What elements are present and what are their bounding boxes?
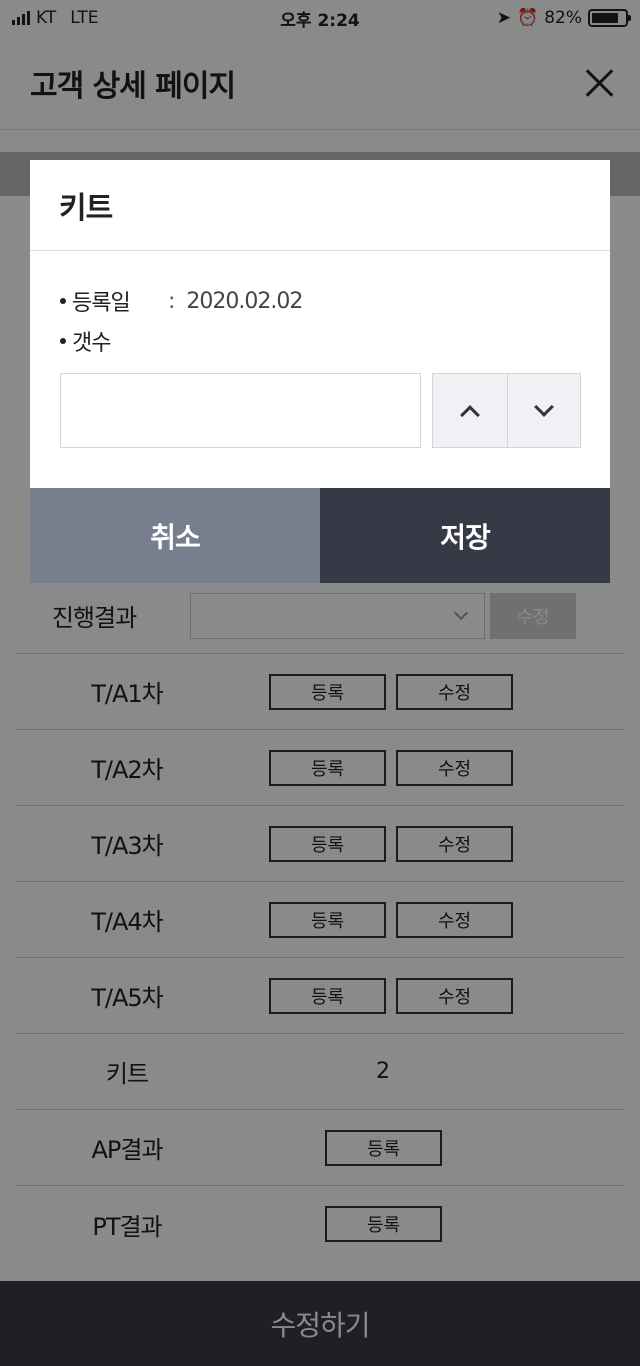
bullet-icon: [60, 298, 66, 304]
kit-modal: 키트 등록일 : 2020.02.02 갯수 취소 저장: [30, 160, 610, 583]
save-button[interactable]: 저장: [320, 488, 610, 583]
decrement-button[interactable]: [506, 374, 581, 447]
reg-date-value: 2020.02.02: [186, 288, 303, 314]
reg-date-label: 등록일: [72, 291, 131, 316]
quantity-stepper: [432, 373, 581, 448]
modal-actions: 취소 저장: [30, 488, 610, 583]
bullet-icon: [60, 338, 66, 344]
modal-title: 키트: [30, 160, 610, 251]
chevron-down-icon: [533, 396, 554, 417]
count-line: 갯수: [60, 321, 580, 361]
quantity-input[interactable]: [60, 373, 421, 448]
chevron-up-icon: [459, 404, 480, 425]
reg-date-colon: :: [168, 288, 175, 314]
modal-body: 등록일 : 2020.02.02 갯수: [30, 251, 610, 488]
cancel-button[interactable]: 취소: [30, 488, 320, 583]
count-label: 갯수: [72, 331, 111, 356]
increment-button[interactable]: [433, 374, 507, 447]
quantity-row: [60, 373, 581, 448]
reg-date-line: 등록일 : 2020.02.02: [60, 281, 580, 321]
